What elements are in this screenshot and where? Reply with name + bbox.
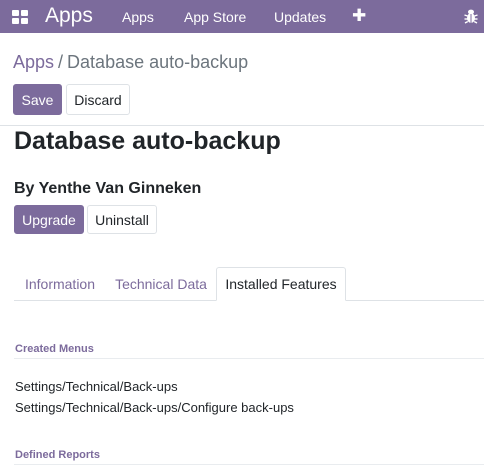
tab-installed-features[interactable]: Installed Features [216,267,346,301]
breadcrumb: Apps / Database auto-backup [13,52,248,72]
discard-button[interactable]: Discard [66,84,130,115]
nav-item-app-store[interactable]: App Store [184,9,246,25]
defined-reports-separator [14,464,484,465]
bug-icon[interactable] [464,8,478,24]
uninstall-button[interactable]: Uninstall [87,205,157,234]
grid-icon[interactable] [12,10,28,24]
module-title: Database auto-backup [14,127,281,155]
upgrade-button[interactable]: Upgrade [14,205,84,234]
plus-icon[interactable]: ✚ [352,6,366,26]
created-menu-item: Settings/Technical/Back-ups [15,379,178,394]
tab-information[interactable]: Information [14,267,106,301]
nav-item-apps[interactable]: Apps [122,9,154,25]
tab-technical-data[interactable]: Technical Data [106,267,216,301]
breadcrumb-current: Database auto-backup [67,52,249,72]
created-menus-separator [14,358,484,359]
nav-item-updates[interactable]: Updates [274,9,326,25]
created-menu-item: Settings/Technical/Back-ups/Configure ba… [15,400,294,415]
breadcrumb-separator: / [58,52,64,72]
defined-reports-title: Defined Reports [15,449,100,461]
breadcrumb-apps-link[interactable]: Apps [13,52,54,72]
module-author: By Yenthe Van Ginneken [14,180,202,197]
created-menus-title: Created Menus [15,343,94,355]
save-button[interactable]: Save [13,84,62,115]
navbar-brand[interactable]: Apps [45,5,93,27]
top-navbar: Apps Apps App Store Updates ✚ [0,0,484,33]
